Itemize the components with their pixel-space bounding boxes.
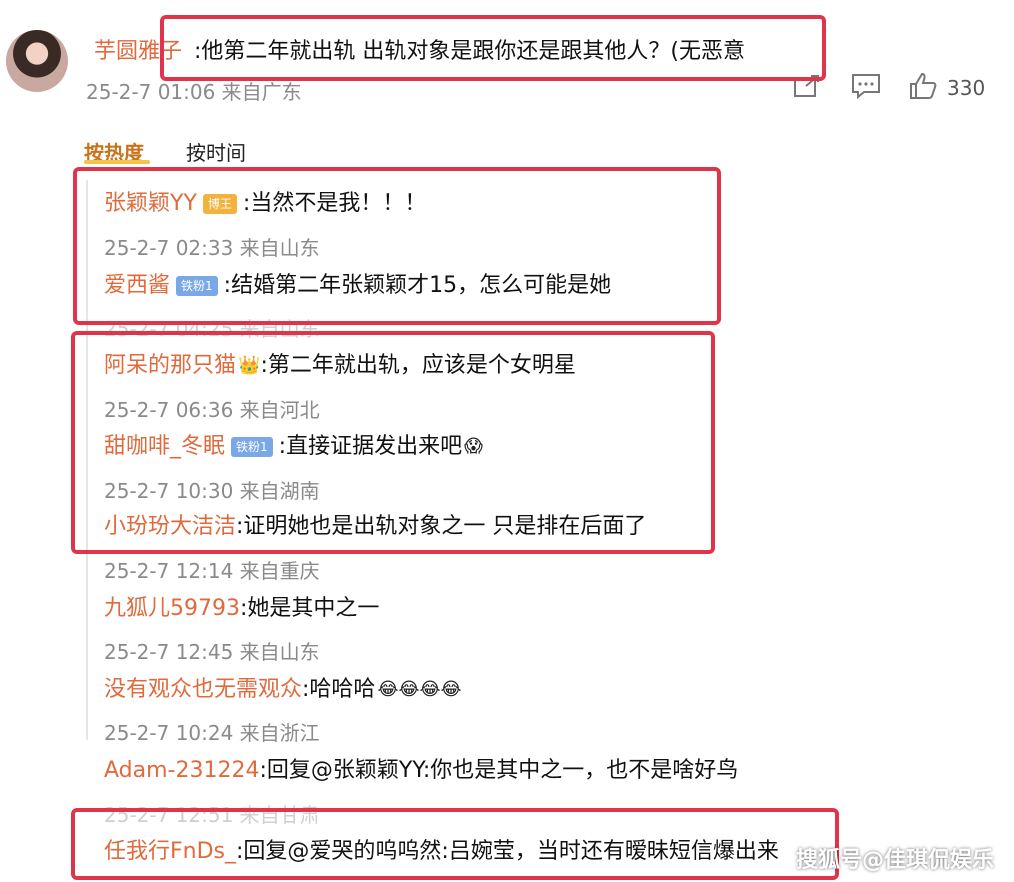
comment-icon[interactable] xyxy=(850,72,882,106)
reply-username[interactable]: 九狐儿59793 xyxy=(104,596,240,621)
highlight-box xyxy=(160,15,826,81)
active-tab-underline xyxy=(84,160,150,164)
highlight-box xyxy=(71,808,839,880)
watermark: 搜狐号@佳琪侃娱乐 xyxy=(795,848,994,873)
reply-text: :哈哈哈 xyxy=(302,677,376,702)
tab-sort-time[interactable]: 按时间 xyxy=(186,137,246,166)
reply-text: :她是其中之一 xyxy=(240,596,380,621)
reply-username[interactable]: 没有观众也无需观众 xyxy=(104,677,302,702)
reply-username[interactable]: Adam-231224 xyxy=(104,758,259,783)
reply-text: :回复@张颖颖YY:你也是其中之一，也不是啥好鸟 xyxy=(259,758,739,783)
reply-item: Adam-231224:回复@张颖颖YY:你也是其中之一，也不是啥好鸟 xyxy=(104,757,738,785)
reply-time: 25-2-7 10:24 来自浙江 xyxy=(104,721,320,745)
reply-time: 25-2-7 12:45 来自山东 xyxy=(104,640,320,664)
avatar[interactable] xyxy=(6,30,68,92)
reply-item: 没有观众也无需观众:哈哈哈 😂😂😂😂 xyxy=(104,676,462,704)
like-count: 330 xyxy=(947,76,986,100)
highlight-box xyxy=(73,167,721,325)
like-icon[interactable] xyxy=(908,71,938,107)
reply-item: 九狐儿59793:她是其中之一 xyxy=(104,595,379,623)
highlight-box xyxy=(71,331,715,554)
reply-time: 25-2-7 12:14 来自重庆 xyxy=(104,559,320,583)
laughing-emoji-icon: 😂😂😂😂 xyxy=(377,679,462,700)
